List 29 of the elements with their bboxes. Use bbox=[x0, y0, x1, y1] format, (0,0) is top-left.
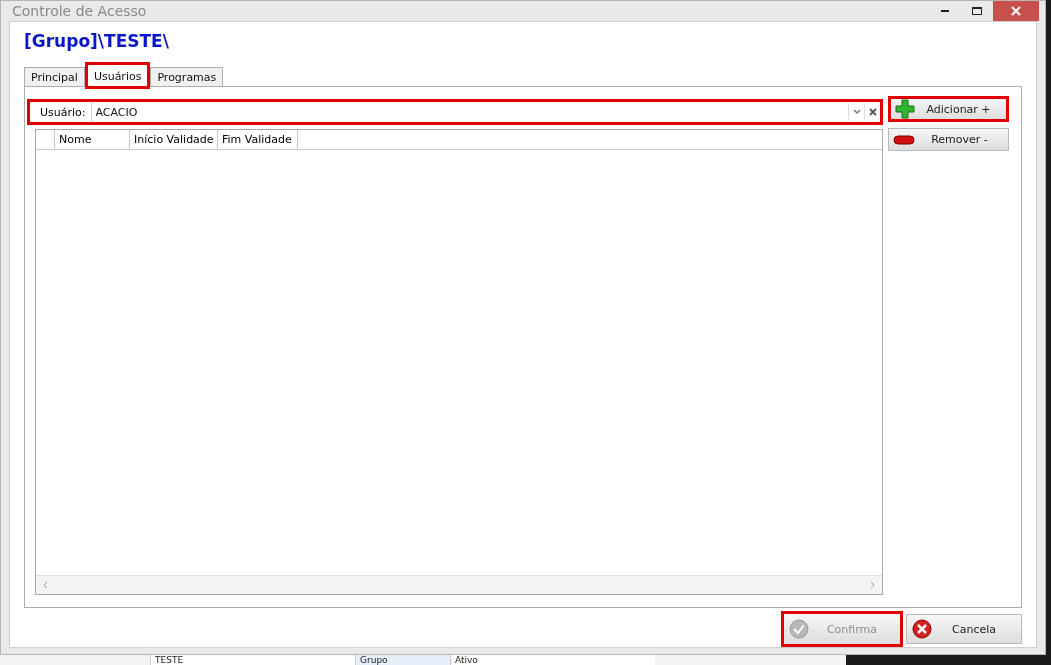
chevron-left-icon[interactable] bbox=[42, 581, 48, 589]
tab[interactable]: Usuários bbox=[86, 64, 149, 87]
plus-icon bbox=[895, 99, 915, 119]
chevron-down-icon bbox=[852, 109, 861, 115]
field-label: Usuário: bbox=[30, 102, 92, 122]
clear-button[interactable] bbox=[864, 103, 880, 121]
column-header[interactable]: Início Validade bbox=[130, 130, 218, 149]
group-heading: [Grupo]\TESTE\ bbox=[24, 31, 170, 51]
window-title: Controle de Acesso bbox=[12, 3, 148, 19]
add-button[interactable]: Adicionar + bbox=[888, 96, 1009, 122]
minus-icon bbox=[893, 134, 915, 145]
close-button[interactable] bbox=[993, 1, 1039, 21]
table-cell: Ativo bbox=[450, 655, 655, 665]
remove-button[interactable]: Remover - bbox=[888, 128, 1009, 151]
tab[interactable]: Programas bbox=[150, 67, 224, 87]
close-icon bbox=[912, 619, 932, 639]
close-icon bbox=[868, 108, 877, 116]
column-header[interactable]: Fim Validade bbox=[218, 130, 298, 149]
check-icon bbox=[789, 619, 809, 639]
chevron-right-icon[interactable] bbox=[870, 581, 876, 589]
close-icon bbox=[1011, 6, 1021, 16]
cancel-button[interactable]: Cancela bbox=[906, 614, 1022, 644]
maximize-icon bbox=[972, 7, 982, 15]
table-cell: TESTE bbox=[150, 655, 355, 665]
user-field[interactable]: Usuário: ACACIO bbox=[27, 99, 883, 125]
tab[interactable]: Principal bbox=[24, 67, 85, 87]
minimize-icon bbox=[941, 10, 949, 12]
column-header[interactable]: Nome bbox=[55, 130, 130, 149]
horizontal-scrollbar[interactable] bbox=[36, 575, 882, 594]
